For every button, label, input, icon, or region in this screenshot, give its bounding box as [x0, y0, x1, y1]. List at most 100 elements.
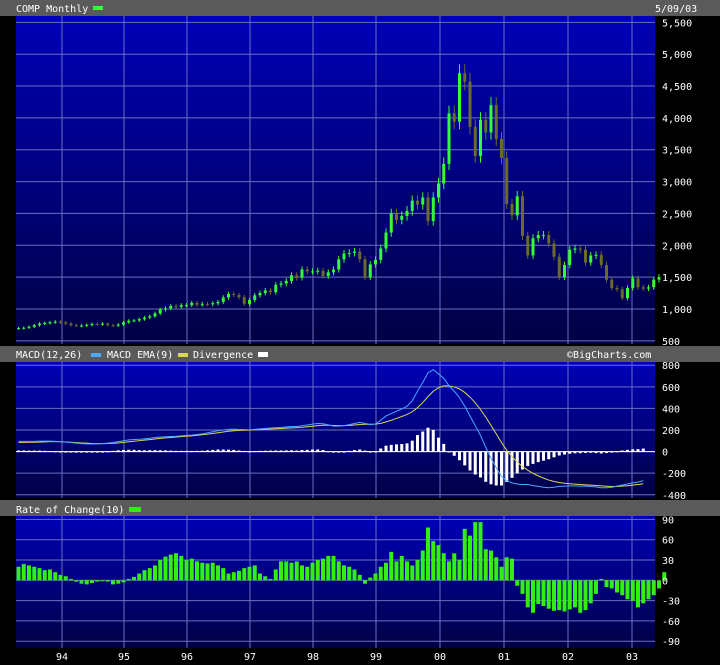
roc-bar [578, 580, 583, 613]
candle-body [111, 325, 115, 327]
candle-body [22, 327, 26, 329]
roc-bar [625, 580, 630, 600]
roc-y-tick-label: -30 [662, 597, 680, 608]
roc-bar [331, 555, 336, 581]
x-tick-label: 02 [562, 652, 574, 663]
candle-body [463, 73, 467, 82]
roc-bar [58, 574, 63, 581]
candle-body [332, 269, 335, 273]
candle-body [32, 325, 36, 327]
macd-y-tick-label: 800 [662, 361, 680, 372]
divergence-bar [358, 449, 362, 452]
roc-y-tick-label: 0 [662, 576, 668, 587]
divergence-bar [143, 450, 146, 452]
candle-body [358, 251, 362, 260]
roc-bar [153, 565, 157, 581]
divergence-bar [458, 451, 461, 461]
divergence-bar [447, 451, 451, 453]
price-y-tick-label: 4,000 [662, 114, 692, 125]
candle-body [468, 81, 472, 127]
divergence-bar [263, 450, 267, 452]
candle-body [599, 254, 603, 266]
divergence-bar [542, 451, 545, 461]
candle-body [279, 283, 283, 285]
candle-body [447, 113, 451, 164]
candle-body [500, 138, 503, 159]
candle-body [85, 324, 89, 326]
candle-body [489, 105, 493, 133]
candle-body [185, 305, 188, 307]
candle-body [284, 280, 288, 284]
roc-bar [315, 560, 320, 581]
divergence-bar [342, 451, 346, 453]
roc-bar [147, 568, 152, 581]
roc-bar [258, 573, 262, 581]
roc-bar [620, 580, 625, 596]
candle-body [400, 215, 404, 220]
divergence-bar [400, 444, 404, 452]
candle-body [473, 126, 477, 157]
divergence-bar [531, 451, 535, 464]
roc-bar [447, 561, 451, 581]
candle-body [263, 290, 267, 294]
roc-bar [630, 580, 635, 601]
candle-body [242, 297, 246, 304]
roc-bar [389, 551, 394, 581]
roc-bar [441, 553, 446, 581]
roc-bar [462, 528, 467, 581]
candle-body [395, 213, 398, 220]
roc-bar [405, 561, 409, 581]
roc-bar [394, 561, 399, 581]
candle-body [389, 213, 393, 233]
roc-bar [347, 566, 352, 581]
divergence-bar [547, 451, 551, 460]
roc-bar [342, 565, 346, 581]
candle-body [374, 259, 377, 265]
roc-bar [552, 580, 556, 611]
roc-bar [504, 557, 509, 581]
candle-body [122, 322, 125, 325]
candle-body [368, 264, 372, 278]
divergence-bar [253, 451, 257, 453]
roc-bar [179, 555, 184, 581]
roc-bar [132, 576, 136, 581]
roc-bar [410, 565, 415, 581]
x-tick-label: 98 [307, 652, 319, 663]
macd-y-tick-label: -200 [662, 469, 686, 480]
divergence-bar [153, 450, 157, 452]
candle-body [426, 197, 430, 222]
candle-body [311, 271, 314, 273]
price-y-tick-label: 1,500 [662, 273, 692, 284]
candle-body [248, 300, 251, 304]
divergence-bar [321, 450, 325, 452]
candle-body [321, 270, 325, 276]
candle-body [353, 251, 356, 253]
candle-body [169, 306, 173, 309]
divergence-label: Divergence [193, 350, 253, 361]
price-y-tick-label: 1,000 [662, 305, 692, 316]
candle-body [552, 243, 556, 257]
divergence-bar [620, 450, 624, 452]
roc-bar [48, 569, 52, 581]
roc-bar [646, 580, 651, 600]
divergence-bar [48, 451, 52, 453]
roc-bar [21, 564, 26, 581]
candle-body [179, 305, 183, 307]
candle-body [38, 323, 41, 326]
candle-body [48, 322, 52, 324]
candle-body [106, 323, 110, 326]
macd-y-tick-label: 400 [662, 404, 680, 415]
candle-body [647, 287, 650, 289]
divergence-bar [584, 451, 587, 453]
roc-bar [174, 553, 178, 581]
price-y-tick-label: 5,500 [662, 18, 692, 29]
watermark: ©BigCharts.com [567, 350, 651, 361]
price-header-bar [0, 0, 720, 16]
candle-body [158, 309, 162, 314]
roc-bar [210, 562, 215, 581]
divergence-bar [379, 448, 383, 452]
divergence-bar [416, 435, 419, 452]
divergence-bar [389, 444, 393, 452]
candle-body [536, 235, 540, 239]
roc-bar [536, 580, 541, 604]
